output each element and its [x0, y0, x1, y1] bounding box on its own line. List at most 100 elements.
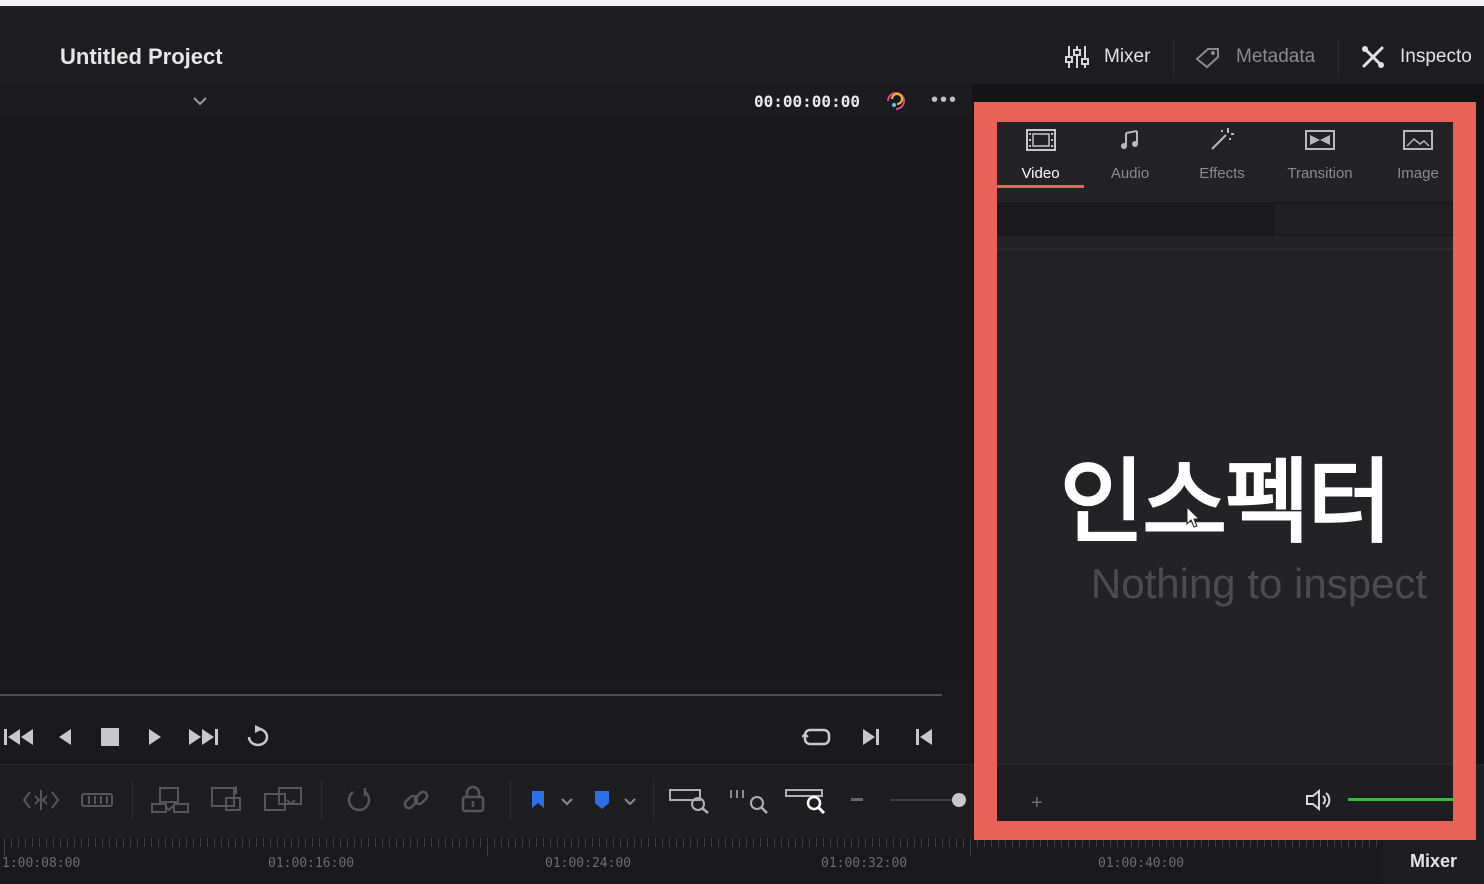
- flag-icon[interactable]: [530, 790, 546, 815]
- trim-tool-icon[interactable]: [22, 788, 60, 817]
- magic-wand-icon: [1211, 128, 1234, 150]
- ruler-tick: [669, 838, 670, 847]
- position-lock-icon[interactable]: [460, 785, 486, 818]
- ruler-tick: [627, 838, 628, 847]
- viewer-timecode: 00:00:00:00: [754, 92, 860, 111]
- volume-level-bar[interactable]: [1348, 798, 1453, 801]
- tab-label: Transition: [1287, 165, 1353, 182]
- reverse-play-icon[interactable]: [57, 728, 73, 751]
- play-icon[interactable]: [147, 728, 163, 751]
- ruler-tick: [445, 838, 446, 847]
- ruler-tick: [599, 838, 600, 847]
- ruler-tick: [249, 838, 250, 847]
- metadata-button[interactable]: Metadata: [1194, 40, 1315, 74]
- ruler-tick: [571, 838, 572, 847]
- link-clips-icon[interactable]: [402, 786, 430, 819]
- ruler-tick: [774, 838, 775, 847]
- next-edit-icon[interactable]: [862, 728, 880, 751]
- ruler-tick: [298, 838, 299, 847]
- inspector-label: Inspecto: [1400, 46, 1472, 67]
- transition-icon: [1305, 130, 1335, 150]
- flag-chevron-down-icon[interactable]: [560, 794, 574, 812]
- ruler-tick: [459, 838, 460, 847]
- ruler-tick: [564, 838, 565, 847]
- tab-video[interactable]: Video: [997, 122, 1084, 188]
- tab-transition[interactable]: Transition: [1272, 122, 1368, 188]
- ruler-tick: [746, 838, 747, 847]
- ruler-tick: [452, 838, 453, 847]
- zoom-slider-track[interactable]: [890, 799, 960, 801]
- add-icon[interactable]: +: [1031, 792, 1043, 815]
- overwrite-clip-icon[interactable]: [210, 784, 244, 819]
- stop-icon[interactable]: [101, 728, 119, 751]
- zoom-out-icon[interactable]: [851, 798, 863, 801]
- zoom-slider-handle[interactable]: [952, 793, 966, 807]
- viewer-dropdown-chevron-icon[interactable]: [192, 94, 208, 112]
- blade-tool-icon[interactable]: [80, 788, 114, 817]
- insert-clip-icon[interactable]: [150, 786, 190, 819]
- ruler-tick: [935, 838, 936, 847]
- ruler-tick: [263, 838, 264, 847]
- ruler-tick: [767, 838, 768, 847]
- ruler-tick: [186, 838, 187, 847]
- ruler-tick: [942, 838, 943, 847]
- mixer-panel-label[interactable]: Mixer: [1383, 838, 1484, 884]
- tab-image[interactable]: Image: [1378, 122, 1458, 188]
- tab-audio[interactable]: Audio: [1087, 122, 1173, 188]
- more-options-icon[interactable]: •••: [931, 89, 958, 112]
- ruler-tick: [319, 838, 320, 847]
- zoom-detail-icon[interactable]: [727, 786, 769, 819]
- ruler-tick: [340, 838, 341, 847]
- ruler-tick: [431, 838, 432, 847]
- zoom-custom-icon[interactable]: [784, 786, 826, 819]
- ruler-tick: [130, 838, 131, 847]
- ruler-tick: [410, 838, 411, 847]
- match-frame-icon[interactable]: [801, 726, 832, 753]
- jump-to-start-icon[interactable]: [4, 727, 34, 752]
- ruler-tick: [515, 838, 516, 847]
- tab-effects[interactable]: Effects: [1178, 122, 1266, 188]
- ruler-tick: [109, 838, 110, 847]
- inspector-field-right: [1274, 204, 1452, 234]
- tab-label: Effects: [1199, 165, 1245, 182]
- previous-edit-icon[interactable]: [915, 728, 933, 751]
- inspector-button[interactable]: Inspecto: [1360, 40, 1472, 74]
- ruler-tick: [956, 838, 957, 847]
- sync-color-icon[interactable]: [884, 89, 910, 118]
- active-tab-underline: [997, 185, 1084, 188]
- ruler-tick: [403, 838, 404, 847]
- ruler-tick: [270, 838, 271, 847]
- loop-icon[interactable]: [243, 725, 275, 754]
- tab-label: Video: [1021, 165, 1060, 182]
- ruler-tick: [529, 838, 530, 847]
- snapping-icon[interactable]: [345, 786, 373, 819]
- ruler-tick: [291, 838, 292, 847]
- ruler-tick: [879, 838, 880, 847]
- ruler-tick: [543, 838, 544, 847]
- mixer-button[interactable]: Mixer: [1064, 40, 1150, 74]
- video-viewer[interactable]: [0, 118, 972, 680]
- jump-to-end-icon[interactable]: [188, 727, 218, 752]
- ruler-tick: [634, 838, 635, 847]
- music-note-icon: [1121, 130, 1138, 149]
- ruler-tick: [207, 838, 208, 847]
- ruler-tick: [375, 838, 376, 847]
- speaker-volume-icon[interactable]: [1305, 788, 1335, 817]
- marker-chevron-down-icon[interactable]: [623, 794, 637, 812]
- ruler-tick: [95, 838, 96, 847]
- ruler-tick: [277, 838, 278, 847]
- ruler-tick: [655, 838, 656, 847]
- ruler-tick: [382, 838, 383, 847]
- ruler-tick: [585, 838, 586, 847]
- toolbar-divider: [510, 780, 511, 820]
- ruler-tick: [18, 838, 19, 847]
- replace-clip-icon[interactable]: [263, 786, 307, 819]
- zoom-full-extent-icon[interactable]: [668, 786, 710, 819]
- ruler-tick: [662, 838, 663, 847]
- marker-icon[interactable]: [593, 790, 611, 815]
- ruler-tick: [914, 838, 915, 847]
- ruler-tick: [438, 838, 439, 847]
- inspector-tools-icon: [1360, 44, 1386, 70]
- ruler-tick: [165, 838, 166, 847]
- ruler-tick: [928, 838, 929, 847]
